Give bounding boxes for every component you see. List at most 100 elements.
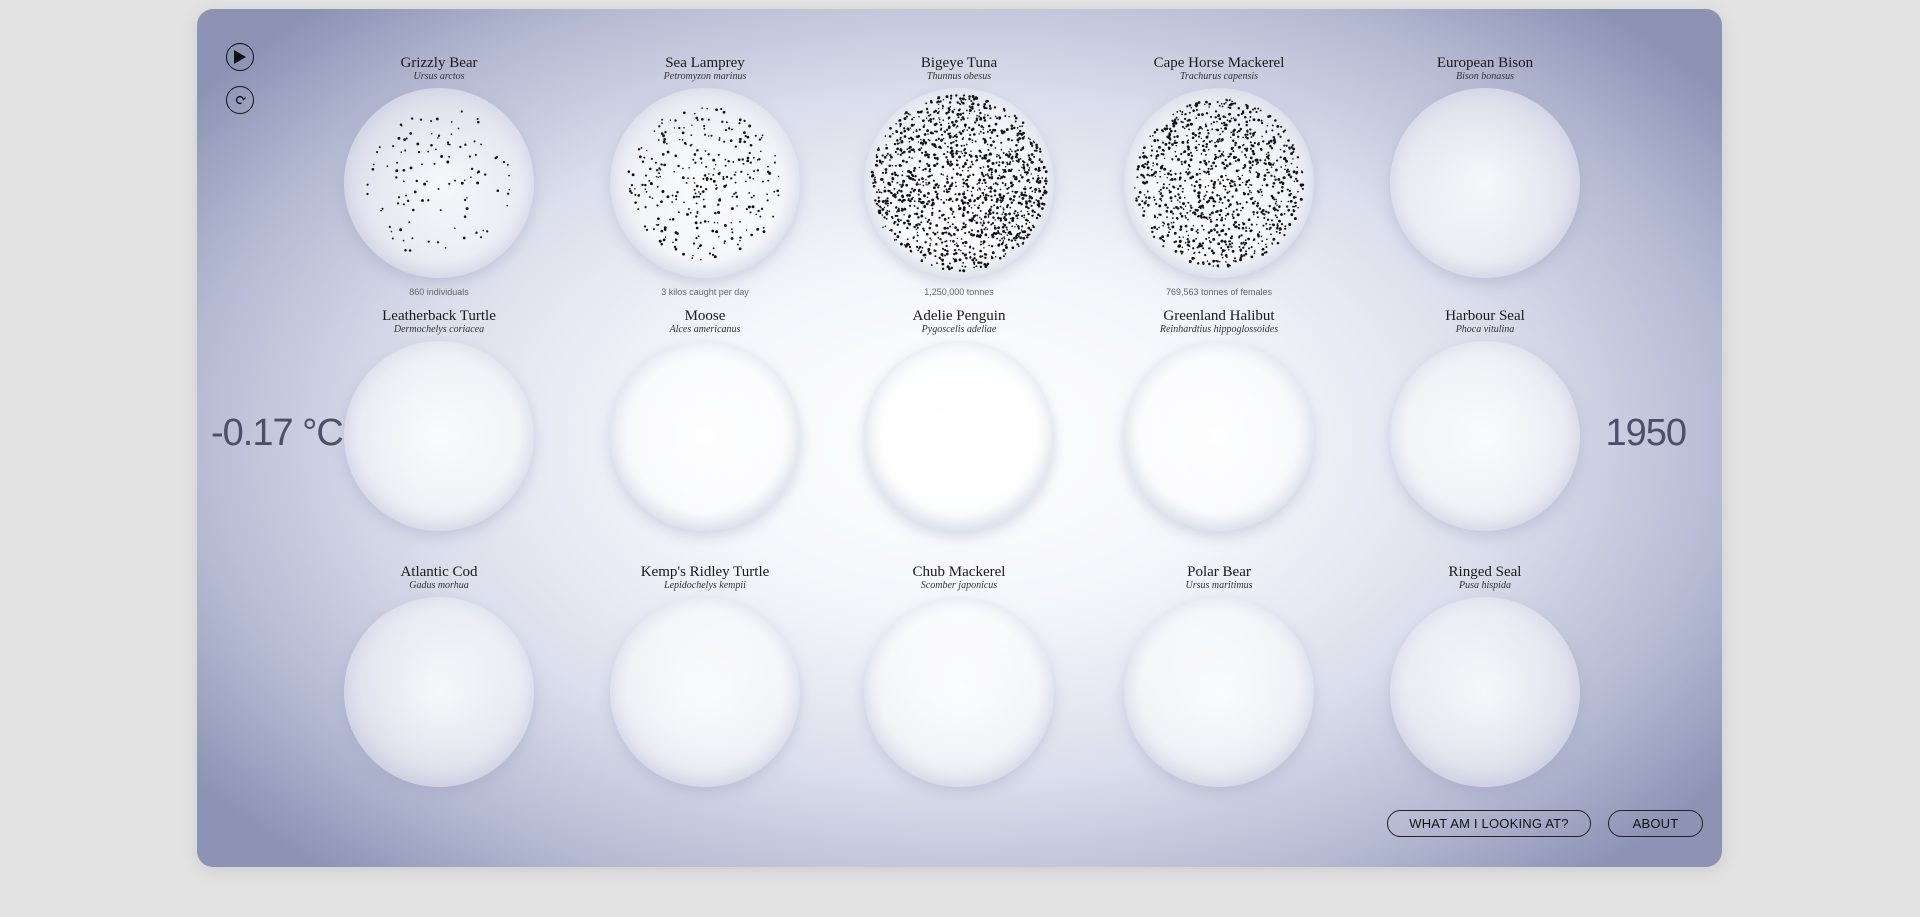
population-dot — [674, 238, 678, 242]
population-dot — [1016, 178, 1018, 180]
population-dot — [1025, 234, 1027, 237]
species-cell[interactable]: Bigeye Tuna Thunnus obesus 1,250,000 tonne… — [839, 55, 1079, 297]
population-dot — [1225, 243, 1228, 246]
population-dot — [1225, 207, 1228, 210]
population-dot — [1252, 238, 1256, 241]
population-dot — [928, 170, 931, 173]
population-dot — [1227, 106, 1230, 109]
population-dot — [631, 173, 635, 177]
population-dot — [1170, 222, 1173, 224]
species-cell[interactable]: Kemp's Ridley Turtle Lepidochelys kempii — [585, 564, 825, 787]
population-dot — [1210, 249, 1214, 253]
population-dot — [745, 208, 748, 211]
population-dot — [990, 131, 994, 134]
population-dot — [756, 159, 759, 161]
population-dot — [935, 162, 939, 165]
population-dot — [1224, 218, 1227, 220]
population-dot — [982, 220, 985, 222]
species-cell[interactable]: Cape Horse Mackerel Trachurus capensis 769… — [1099, 55, 1339, 297]
species-cell[interactable]: Chub Mackerel Scomber japonicus — [839, 564, 1079, 787]
population-dot — [694, 221, 698, 225]
population-dot — [724, 129, 728, 132]
population-dot — [1192, 247, 1195, 250]
population-dot — [1210, 123, 1213, 125]
population-dot — [1019, 158, 1022, 160]
population-dot — [902, 182, 904, 184]
population-dot — [1208, 262, 1211, 266]
population-dot — [1212, 265, 1214, 267]
population-dot — [1205, 237, 1208, 240]
population-dot — [409, 132, 413, 135]
population-dot — [1237, 113, 1240, 117]
population-dot — [949, 132, 951, 135]
population-dot — [987, 174, 990, 177]
population-dot — [1247, 179, 1251, 182]
population-dot — [1146, 166, 1150, 170]
population-dot — [938, 145, 942, 149]
species-cell[interactable]: Atlantic Cod Gadus morhua — [319, 564, 559, 787]
population-dot — [759, 150, 762, 153]
species-cell[interactable]: Moose Alces americanus — [585, 308, 825, 531]
population-dot — [1153, 130, 1157, 134]
population-dot — [970, 207, 973, 209]
species-cell[interactable]: Ringed Seal Pusa hispida — [1365, 564, 1605, 787]
population-dot — [960, 238, 963, 240]
population-dot — [1187, 147, 1190, 151]
population-dot — [1209, 115, 1213, 118]
population-dot — [899, 153, 902, 156]
reset-button[interactable] — [226, 86, 254, 114]
population-bubble — [610, 88, 800, 278]
population-dot — [882, 181, 885, 183]
about-button[interactable]: ABOUT — [1608, 810, 1703, 837]
population-dot — [950, 94, 953, 97]
what-am-i-looking-at-button[interactable]: WHAT AM I LOOKING AT? — [1387, 810, 1591, 837]
species-cell[interactable]: European Bison Bison bonasus — [1365, 55, 1605, 278]
species-cell[interactable]: Harbour Seal Phoca vitulina — [1365, 308, 1605, 531]
population-dot — [1249, 183, 1251, 186]
population-dot — [925, 184, 927, 186]
population-dot — [1194, 146, 1198, 149]
species-cell[interactable]: Greenland Halibut Reinhardtius hippogloss… — [1099, 308, 1339, 531]
population-dot — [925, 153, 929, 157]
population-dot — [1218, 117, 1222, 121]
population-dot — [961, 169, 964, 172]
population-dot — [915, 135, 918, 138]
population-dot — [986, 165, 990, 168]
population-dot — [746, 135, 750, 139]
population-dot — [1173, 178, 1177, 181]
population-dot — [968, 231, 971, 234]
population-dot — [937, 237, 940, 239]
population-dot — [1196, 228, 1199, 231]
population-dot — [1240, 242, 1243, 245]
population-dot — [1162, 186, 1165, 189]
population-dot — [885, 144, 887, 146]
population-dot — [1220, 122, 1223, 125]
population-dot — [954, 119, 958, 123]
population-dot — [1017, 214, 1020, 217]
population-dot — [929, 118, 932, 121]
population-dot — [1029, 158, 1032, 161]
population-dot — [977, 261, 981, 265]
population-dot — [1035, 199, 1038, 201]
population-dot — [1180, 252, 1183, 255]
population-dot — [1225, 101, 1227, 104]
population-dot — [1217, 113, 1220, 116]
species-cell[interactable]: Adelie Penguin Pygoscelis adeliae — [839, 308, 1079, 531]
population-dot — [973, 253, 976, 256]
population-dot — [969, 165, 972, 169]
population-dot — [904, 244, 908, 248]
population-dot — [1212, 204, 1215, 208]
species-cell[interactable]: Leatherback Turtle Dermochelys coriacea — [319, 308, 559, 531]
population-dot — [1265, 238, 1268, 241]
species-cell[interactable]: Grizzly Bear Ursus arctos 860 individuals — [319, 55, 559, 297]
species-cell[interactable]: Polar Bear Ursus maritimus — [1099, 564, 1339, 787]
population-dot — [1271, 196, 1275, 200]
population-dot — [1181, 246, 1184, 249]
species-cell[interactable]: Sea Lamprey Petromyzon marinus 3 kilos cau… — [585, 55, 825, 297]
population-dot — [943, 185, 947, 188]
population-dot — [1174, 130, 1177, 133]
population-dot — [1012, 126, 1016, 130]
population-dot — [1000, 233, 1003, 236]
population-dot — [446, 141, 450, 144]
play-button[interactable] — [226, 43, 254, 71]
